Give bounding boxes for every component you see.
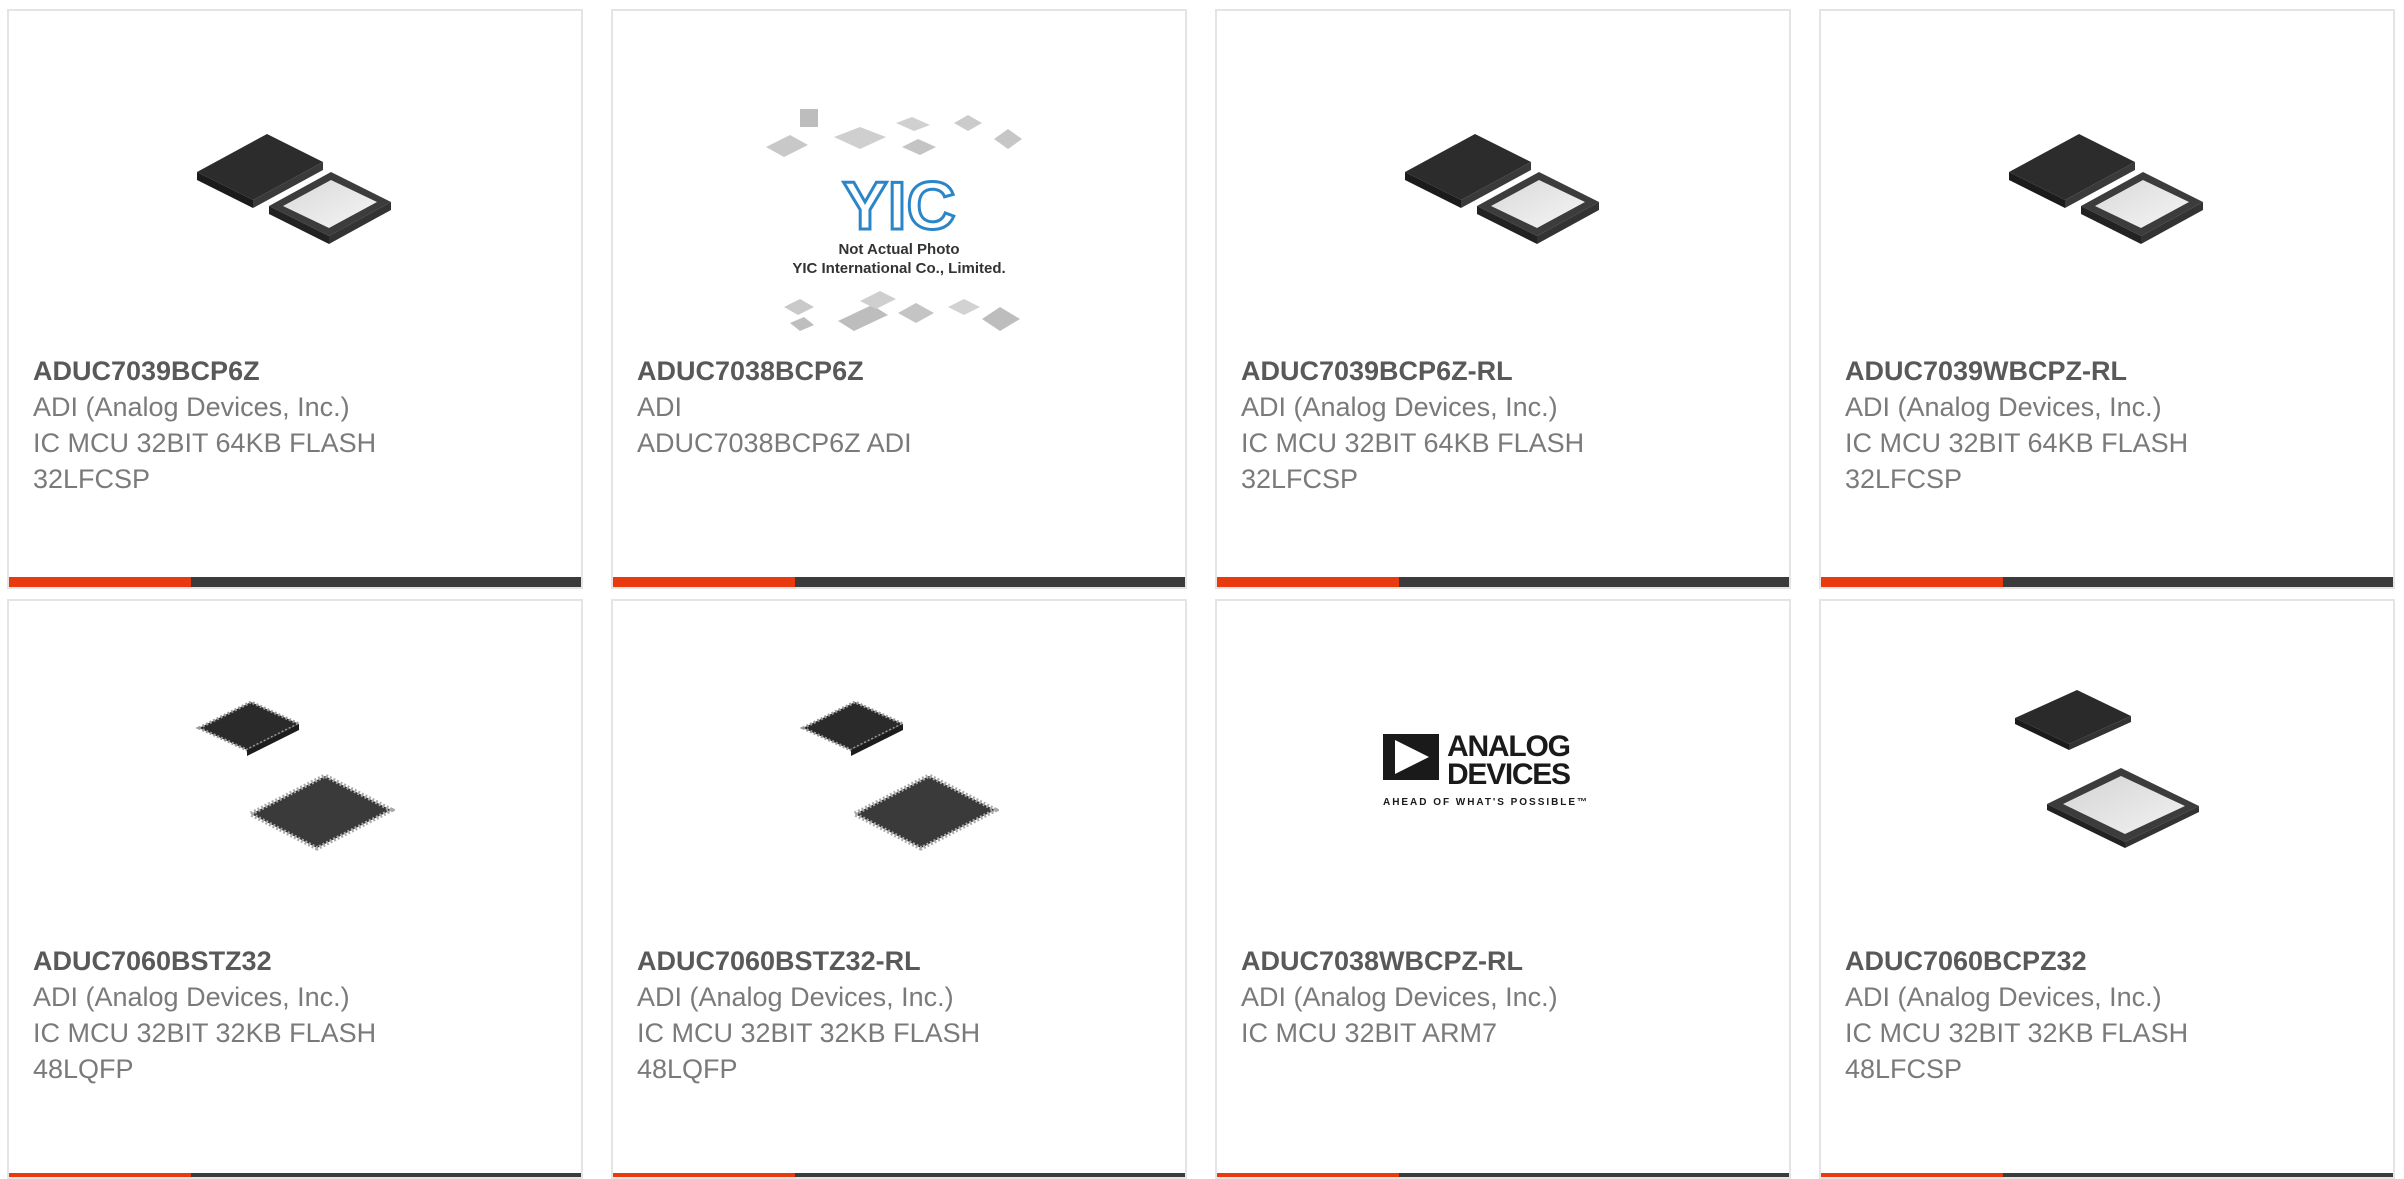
product-card[interactable]: ADUC7039BCP6Z-RL ADI (Analog Devices, In… (1215, 9, 1791, 589)
manufacturer: ADI (Analog Devices, Inc.) (33, 392, 350, 422)
product-image[interactable] (9, 659, 581, 869)
description: IC MCU 32BIT 32KB FLASH 48LQFP (637, 1018, 981, 1084)
part-number[interactable]: ADUC7039BCP6Z (33, 353, 557, 389)
part-number[interactable]: ADUC7039BCP6Z-RL (1241, 353, 1765, 389)
placeholder-line1: Not Actual Photo (838, 241, 959, 258)
lfcsp-chip-icon (2015, 690, 2199, 848)
card-bar (1821, 1173, 2393, 1177)
product-image[interactable] (9, 69, 581, 279)
lqfp-chip-icon (799, 700, 999, 851)
placeholder-line2: YIC International Co., Limited. (792, 260, 1005, 277)
manufacturer: ADI (Analog Devices, Inc.) (1241, 982, 1558, 1012)
part-number[interactable]: ADUC7038WBCPZ-RL (1241, 943, 1765, 979)
product-grid: ADUC7039BCP6Z ADI (Analog Devices, Inc.)… (0, 0, 2404, 1179)
description: IC MCU 32BIT 64KB FLASH 32LFCSP (33, 428, 377, 494)
product-card[interactable]: ADUC7039WBCPZ-RL ADI (Analog Devices, In… (1819, 9, 2395, 589)
product-image[interactable] (613, 659, 1185, 869)
card-bar (613, 577, 1185, 587)
card-bar-accent (9, 1173, 191, 1177)
manufacturer: ADI (Analog Devices, Inc.) (637, 982, 954, 1012)
part-number[interactable]: ADUC7060BSTZ32-RL (637, 943, 1161, 979)
placeholder-logo: YIC (842, 168, 955, 244)
card-bar (1821, 577, 2393, 587)
logo-line2: DEVICES (1447, 758, 1571, 791)
description: IC MCU 32BIT ARM7 (1241, 1018, 1498, 1048)
card-bar-accent (1217, 577, 1399, 587)
product-card[interactable]: ADUC7060BSTZ32-RL ADI (Analog Devices, I… (611, 599, 1187, 1179)
description: ADUC7038BCP6Z ADI (637, 428, 912, 458)
card-bar (613, 1173, 1185, 1177)
product-image[interactable] (1821, 659, 2393, 869)
manufacturer: ADI (Analog Devices, Inc.) (33, 982, 350, 1012)
description: IC MCU 32BIT 32KB FLASH 48LQFP (33, 1018, 377, 1084)
manufacturer: ADI (637, 392, 683, 422)
manufacturer: ADI (Analog Devices, Inc.) (1845, 982, 2162, 1012)
card-bar (9, 577, 581, 587)
card-bar (9, 1173, 581, 1177)
product-image[interactable] (1821, 69, 2393, 279)
qfn-chip-icon (2009, 134, 2203, 244)
card-bar-accent (1821, 1173, 2003, 1177)
qfn-chip-icon (1405, 134, 1599, 244)
product-card[interactable]: ADUC7039BCP6Z ADI (Analog Devices, Inc.)… (7, 9, 583, 589)
description: IC MCU 32BIT 64KB FLASH 32LFCSP (1241, 428, 1585, 494)
card-bar-accent (1821, 577, 2003, 587)
product-image[interactable] (1217, 69, 1789, 279)
card-bar-accent (613, 577, 795, 587)
product-image[interactable]: YIC Not Actual Photo YIC International C… (613, 101, 1185, 351)
part-number[interactable]: ADUC7060BCPZ32 (1845, 943, 2369, 979)
card-bar-accent (9, 577, 191, 587)
card-bar-accent (1217, 1173, 1399, 1177)
card-bar-accent (613, 1173, 795, 1177)
logo-tagline: AHEAD OF WHAT'S POSSIBLE™ (1383, 797, 1587, 808)
description: IC MCU 32BIT 64KB FLASH 32LFCSP (1845, 428, 2189, 494)
product-card[interactable]: ADUC7060BCPZ32 ADI (Analog Devices, Inc.… (1819, 599, 2395, 1179)
manufacturer: ADI (Analog Devices, Inc.) (1845, 392, 2162, 422)
part-number[interactable]: ADUC7038BCP6Z (637, 353, 1161, 389)
placeholder-photo-icon: YIC Not Actual Photo YIC International C… (766, 109, 1022, 331)
product-card[interactable]: ADUC7060BSTZ32 ADI (Analog Devices, Inc.… (7, 599, 583, 1179)
part-number[interactable]: ADUC7039WBCPZ-RL (1845, 353, 2369, 389)
manufacturer: ADI (Analog Devices, Inc.) (1241, 392, 1558, 422)
description: IC MCU 32BIT 32KB FLASH 48LFCSP (1845, 1018, 2189, 1084)
product-card[interactable]: YIC Not Actual Photo YIC International C… (611, 9, 1187, 589)
qfn-chip-icon (197, 134, 391, 244)
lqfp-chip-icon (195, 700, 395, 851)
analog-devices-logo: ANALOG DEVICES AHEAD OF WHAT'S POSSIBLE™ (1383, 730, 1587, 808)
product-card[interactable]: ANALOG DEVICES AHEAD OF WHAT'S POSSIBLE™… (1215, 599, 1791, 1179)
part-number[interactable]: ADUC7060BSTZ32 (33, 943, 557, 979)
card-bar (1217, 577, 1789, 587)
card-bar (1217, 1173, 1789, 1177)
product-image[interactable]: ANALOG DEVICES AHEAD OF WHAT'S POSSIBLE™ (1217, 659, 1789, 869)
